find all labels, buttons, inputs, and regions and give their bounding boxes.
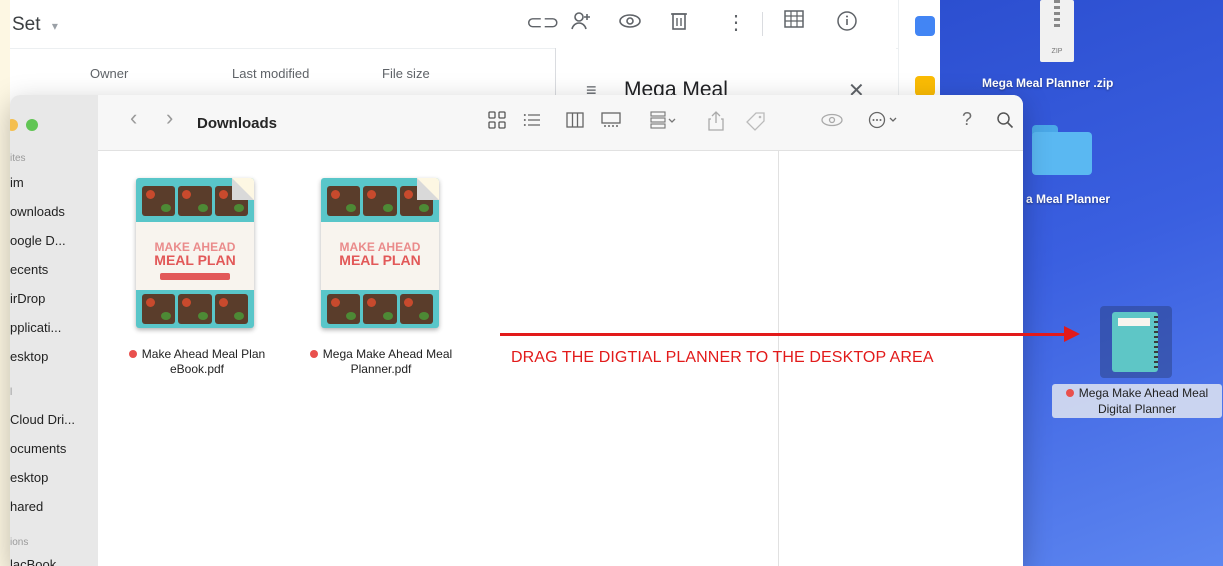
pdf-file-icon[interactable]: MAKE AHEAD MEAL PLAN <box>321 178 439 328</box>
sidebar-item-shared[interactable]: hared <box>10 499 43 514</box>
zoom-button[interactable] <box>26 119 38 131</box>
tag-icon[interactable] <box>746 111 766 136</box>
page-fold <box>232 178 254 200</box>
back-button[interactable]: ‹ <box>130 105 137 131</box>
sidebar-item-applications[interactable]: pplicati... <box>10 320 61 335</box>
pdf-cover: MAKE AHEAD MEAL PLAN <box>136 178 254 328</box>
folder-icon[interactable] <box>1032 125 1092 175</box>
sidebar-section-favorites: ites <box>10 153 26 164</box>
red-tag-icon <box>309 350 318 358</box>
sidebar-item-google-drive[interactable]: oogle D... <box>10 233 66 248</box>
drive-title-text: Set <box>12 14 41 35</box>
share-icon[interactable] <box>708 111 724 136</box>
drive-toolbar: Set ▾ ⊂⊃ ⋮ <box>10 0 940 49</box>
toolbar-divider <box>762 12 763 36</box>
file-name-line1: Make Ahead Meal Plan <box>141 347 266 361</box>
drive-folder-title[interactable]: Set ▾ <box>12 14 58 36</box>
sidebar-section-icloud: l <box>10 387 13 398</box>
drag-arrow-line <box>500 333 1070 336</box>
minimize-button[interactable] <box>10 119 18 131</box>
finder-toolbar: ‹ › Downloads ? <box>98 95 1023 151</box>
link-icon[interactable]: ⊂⊃ <box>526 10 560 35</box>
desktop-zip-label: Mega Meal Planner .zip <box>982 76 1114 90</box>
file-name-line2: eBook.pdf <box>169 362 225 376</box>
sidebar-item-icloud-desktop[interactable]: esktop <box>10 470 48 485</box>
column-file-size[interactable]: File size <box>382 66 430 81</box>
food-photo-row <box>142 294 248 324</box>
finder-sidebar: ites im ownloads oogle D... ecents irDro… <box>10 95 99 566</box>
sidebar-item-airdrop[interactable]: irDrop <box>10 291 45 306</box>
page-fold <box>417 178 439 200</box>
red-tag-icon <box>128 350 137 358</box>
planner-label-line1: Mega Make Ahead Meal <box>1078 386 1209 400</box>
sidebar-item-macbook[interactable]: lacBook <box>10 557 56 566</box>
food-photo-row <box>327 294 433 324</box>
planner-label-line2: Digital Planner <box>1097 402 1177 416</box>
grid-view-icon[interactable] <box>784 10 804 34</box>
sidebar-item-desktop[interactable]: esktop <box>10 349 48 364</box>
cover-title-bottom: MEAL PLAN <box>339 252 421 268</box>
file-list-header: Owner Last modified File size <box>10 58 550 90</box>
info-icon[interactable] <box>836 10 858 38</box>
sidebar-section-locations: ions <box>10 537 29 548</box>
help-button[interactable]: ? <box>962 109 972 130</box>
finder-title: Downloads <box>197 115 278 132</box>
file-name-line2: Planner.pdf <box>350 362 412 376</box>
digital-planner-icon[interactable] <box>1100 306 1172 378</box>
keep-icon[interactable] <box>915 76 935 96</box>
chevron-down-icon: ▾ <box>51 19 58 33</box>
quick-look-eye-icon[interactable] <box>820 111 844 134</box>
gallery-view-icon[interactable] <box>601 111 621 134</box>
arrow-right-icon <box>1064 326 1080 342</box>
add-person-icon[interactable] <box>570 10 592 38</box>
red-tag-icon <box>1065 389 1074 397</box>
more-vertical-icon[interactable]: ⋮ <box>726 10 746 35</box>
file-label[interactable]: Make Ahead Meal Plan eBook.pdf <box>122 347 272 377</box>
zip-file-icon[interactable]: ZIP <box>1040 0 1074 62</box>
cover-subtitle-bar <box>160 273 230 280</box>
sidebar-item-downloads[interactable]: ownloads <box>10 204 65 219</box>
group-by-icon[interactable] <box>650 111 678 134</box>
finder-window: ites im ownloads oogle D... ecents irDro… <box>10 95 1023 566</box>
list-view-icon[interactable] <box>523 111 541 134</box>
desktop-folder-label: a Meal Planner <box>1026 192 1111 206</box>
zip-badge: ZIP <box>1051 48 1063 55</box>
sidebar-item-icloud-drive[interactable]: Cloud Dri... <box>10 412 75 427</box>
sidebar-item-recents[interactable]: ecents <box>10 262 48 277</box>
trash-icon[interactable] <box>670 10 688 38</box>
sidebar-item-documents[interactable]: ocuments <box>10 441 66 456</box>
file-name-line1: Mega Make Ahead Meal <box>322 347 453 361</box>
cover-title-bottom: MEAL PLAN <box>154 252 236 268</box>
search-icon[interactable] <box>996 111 1014 134</box>
drag-instruction-text: DRAG THE DIGTIAL PLANNER TO THE DESKTOP … <box>511 349 934 366</box>
column-last-modified[interactable]: Last modified <box>232 66 309 81</box>
forward-button[interactable]: › <box>166 105 173 131</box>
preview-eye-icon[interactable] <box>618 10 642 38</box>
desktop-planner-label: Mega Make Ahead Meal Digital Planner <box>1052 384 1222 418</box>
file-label[interactable]: Mega Make Ahead Meal Planner.pdf <box>304 347 458 377</box>
column-view-icon[interactable] <box>566 111 584 134</box>
pdf-cover: MAKE AHEAD MEAL PLAN <box>321 178 439 328</box>
pdf-file-icon[interactable]: MAKE AHEAD MEAL PLAN <box>136 178 254 328</box>
calendar-icon[interactable] <box>915 16 935 36</box>
column-owner[interactable]: Owner <box>90 66 128 81</box>
more-actions-icon[interactable] <box>868 111 900 134</box>
icon-view-icon[interactable] <box>488 111 506 134</box>
sidebar-item-home[interactable]: im <box>10 175 24 190</box>
